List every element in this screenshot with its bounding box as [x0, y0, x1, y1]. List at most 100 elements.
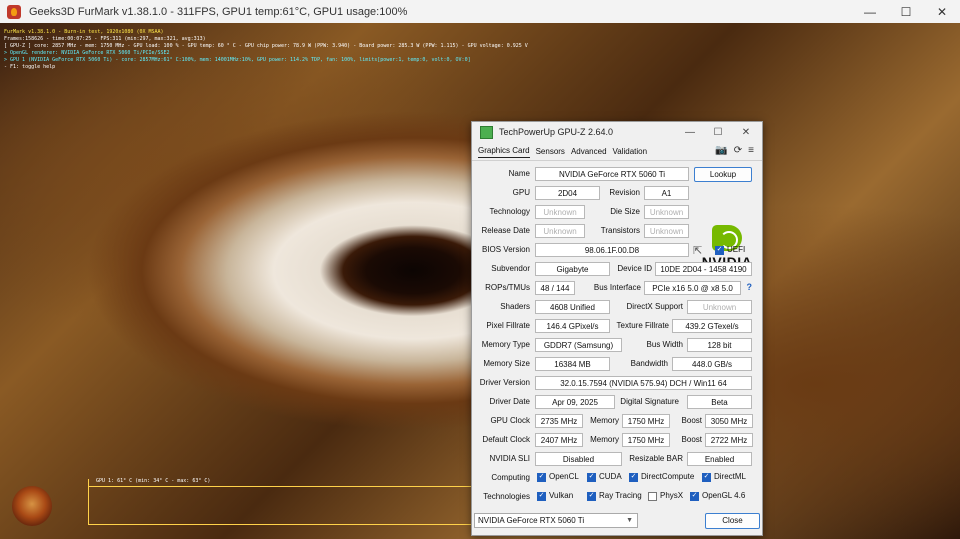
checkbox-checked-icon: ✓	[702, 472, 711, 482]
checkbox-directml[interactable]: ✓ DirectML	[702, 470, 746, 484]
label-directx-support: DirectX Support	[626, 302, 683, 311]
label-technologies: Technologies	[483, 492, 530, 501]
field-resizable-bar: Enabled	[687, 452, 752, 466]
help-icon[interactable]: ?	[747, 280, 753, 295]
row-shaders: Shaders 4608 Unified DirectX Support Unk…	[472, 299, 762, 318]
overlay-line: Frames:158626 - time:00:07:25 - FPS:311 …	[4, 36, 206, 42]
label-gpu: GPU	[512, 188, 530, 197]
camera-icon[interactable]: 📷	[715, 145, 727, 156]
field-directx-support: Unknown	[687, 300, 752, 314]
tab-advanced[interactable]: Advanced	[571, 145, 607, 158]
opengl-label: OpenGL 4.6	[702, 491, 746, 500]
close-button[interactable]: ✕	[924, 0, 960, 23]
uefi-label: UEFI	[727, 245, 746, 254]
gpuz-close-button[interactable]: ✕	[732, 122, 760, 142]
checkbox-checked-icon: ✓	[715, 245, 724, 255]
gpu-select-dropdown[interactable]: NVIDIA GeForce RTX 5060 Ti ▼	[474, 513, 638, 528]
label-die-size: Die Size	[610, 207, 640, 216]
row-technologies: Technologies ✓ Vulkan ✓ Ray Tracing PhysX …	[472, 489, 762, 508]
directml-label: DirectML	[714, 472, 747, 481]
field-name: NVIDIA GeForce RTX 5060 Ti	[535, 167, 689, 181]
row-bios-version: BIOS Version 98.06.1F.00.D8 ⇱ ✓ UEFI	[472, 242, 762, 261]
field-digital-signature: Beta	[687, 395, 752, 409]
checkbox-opengl[interactable]: ✓ OpenGL 4.6	[690, 489, 745, 503]
row-technology: Technology Unknown Die Size Unknown	[472, 204, 762, 223]
field-device-id: 10DE 2D04 - 1458 4190	[655, 262, 752, 276]
row-driver-date: Driver Date Apr 09, 2025 Digital Signatu…	[472, 394, 762, 413]
overlay-line: FurMark v1.38.1.0 - Burn-in test, 1920x1…	[4, 29, 164, 35]
label-bus-width: Bus Width	[646, 340, 683, 349]
furmark-app-icon	[7, 4, 21, 19]
lookup-button[interactable]: Lookup	[694, 167, 752, 182]
checkbox-cuda[interactable]: ✓ CUDA	[587, 470, 622, 484]
label-transistors: Transistors	[600, 226, 640, 235]
row-memory-size: Memory Size 16384 MB Bandwidth 448.0 GB/…	[472, 356, 762, 375]
tab-sensors[interactable]: Sensors	[536, 145, 565, 158]
label-rops-tmus: ROPs/TMUs	[485, 283, 530, 292]
furmark-info-overlay: FurMark v1.38.1.0 - Burn-in test, 1920x1…	[4, 29, 528, 71]
gpuz-footer: NVIDIA GeForce RTX 5060 Ti ▼ Close	[472, 509, 762, 535]
tab-graphics-card[interactable]: Graphics Card	[478, 144, 530, 158]
gpuz-maximize-button[interactable]: ☐	[704, 122, 732, 142]
checkbox-directcompute[interactable]: ✓ DirectCompute	[629, 470, 694, 484]
gpuz-titlebar: TechPowerUp GPU-Z 2.64.0 — ☐ ✕	[472, 122, 762, 142]
label-driver-version: Driver Version	[479, 378, 530, 387]
label-name: Name	[508, 169, 530, 178]
label-bandwidth: Bandwidth	[630, 359, 668, 368]
checkbox-checked-icon: ✓	[587, 472, 596, 482]
label-nvidia-sli: NVIDIA SLI	[489, 454, 530, 463]
close-dialog-button[interactable]: Close	[705, 513, 760, 529]
checkbox-physx[interactable]: PhysX	[648, 489, 683, 503]
label-technology: Technology	[489, 207, 530, 216]
temperature-graph-line	[88, 486, 472, 487]
tab-validation[interactable]: Validation	[613, 145, 648, 158]
row-nvidia-sli: NVIDIA SLI Disabled Resizable BAR Enable…	[472, 451, 762, 470]
menu-icon[interactable]: ≡	[748, 145, 754, 156]
overlay-line: - F1: toggle help	[4, 64, 56, 70]
directcompute-label: DirectCompute	[641, 472, 695, 481]
label-gpu-memory: Memory	[590, 416, 619, 425]
field-gpu: 2D04	[535, 186, 600, 200]
field-bus-interface: PCIe x16 5.0 @ x8 5.0	[644, 281, 741, 295]
share-icon[interactable]: ⇱	[693, 244, 702, 257]
gpuz-minimize-button[interactable]: —	[676, 122, 704, 142]
field-gpu-memory: 1750 MHz	[622, 414, 670, 428]
row-memory-type: Memory Type GDDR7 (Samsung) Bus Width 12…	[472, 337, 762, 356]
cuda-label: CUDA	[599, 472, 622, 481]
checkbox-checked-icon: ✓	[587, 491, 596, 501]
field-revision: A1	[644, 186, 689, 200]
uefi-checkbox[interactable]: ✓ UEFI	[715, 243, 745, 257]
ray-tracing-label: Ray Tracing	[599, 491, 642, 500]
field-transistors: Unknown	[644, 224, 689, 238]
label-default-boost: Boost	[681, 435, 702, 444]
gpuz-window: TechPowerUp GPU-Z 2.64.0 — ☐ ✕ Graphics …	[471, 121, 763, 536]
checkbox-checked-icon: ✓	[690, 491, 699, 501]
label-default-memory: Memory	[590, 435, 619, 444]
label-driver-date: Driver Date	[489, 397, 530, 406]
field-shaders: 4608 Unified	[535, 300, 610, 314]
label-shaders: Shaders	[500, 302, 530, 311]
row-computing: Computing ✓ OpenCL ✓ CUDA ✓ DirectCompute ✓…	[472, 470, 762, 489]
label-gpu-boost: Boost	[681, 416, 702, 425]
maximize-button[interactable]: ☐	[888, 0, 924, 23]
field-rops-tmus: 48 / 144	[535, 281, 575, 295]
field-driver-version: 32.0.15.7594 (NVIDIA 575.94) DCH / Win11…	[535, 376, 752, 390]
checkbox-checked-icon: ✓	[537, 472, 546, 482]
gpuz-tab-bar: Graphics Card Sensors Advanced Validatio…	[472, 142, 762, 161]
checkbox-vulkan[interactable]: ✓ Vulkan	[537, 489, 573, 503]
label-bios-version: BIOS Version	[481, 245, 530, 254]
field-bus-width: 128 bit	[687, 338, 752, 352]
minimize-button[interactable]: —	[852, 0, 888, 23]
checkbox-ray-tracing[interactable]: ✓ Ray Tracing	[587, 489, 642, 503]
field-subvendor: Gigabyte	[535, 262, 610, 276]
checkbox-opencl[interactable]: ✓ OpenCL	[537, 470, 579, 484]
field-nvidia-sli: Disabled	[535, 452, 622, 466]
row-gpu-clock: GPU Clock 2735 MHz Memory 1750 MHz Boost…	[472, 413, 762, 432]
row-name: Name NVIDIA GeForce RTX 5060 Ti Lookup	[472, 166, 762, 185]
overlay-line: [ GPU-Z ] core: 2857 MHz - mem: 1750 MHz…	[4, 43, 528, 49]
field-die-size: Unknown	[644, 205, 689, 219]
refresh-icon[interactable]: ⟳	[734, 145, 742, 156]
label-resizable-bar: Resizable BAR	[629, 454, 683, 463]
gpu-select-value: NVIDIA GeForce RTX 5060 Ti	[478, 516, 585, 525]
field-default-memory: 1750 MHz	[622, 433, 670, 447]
